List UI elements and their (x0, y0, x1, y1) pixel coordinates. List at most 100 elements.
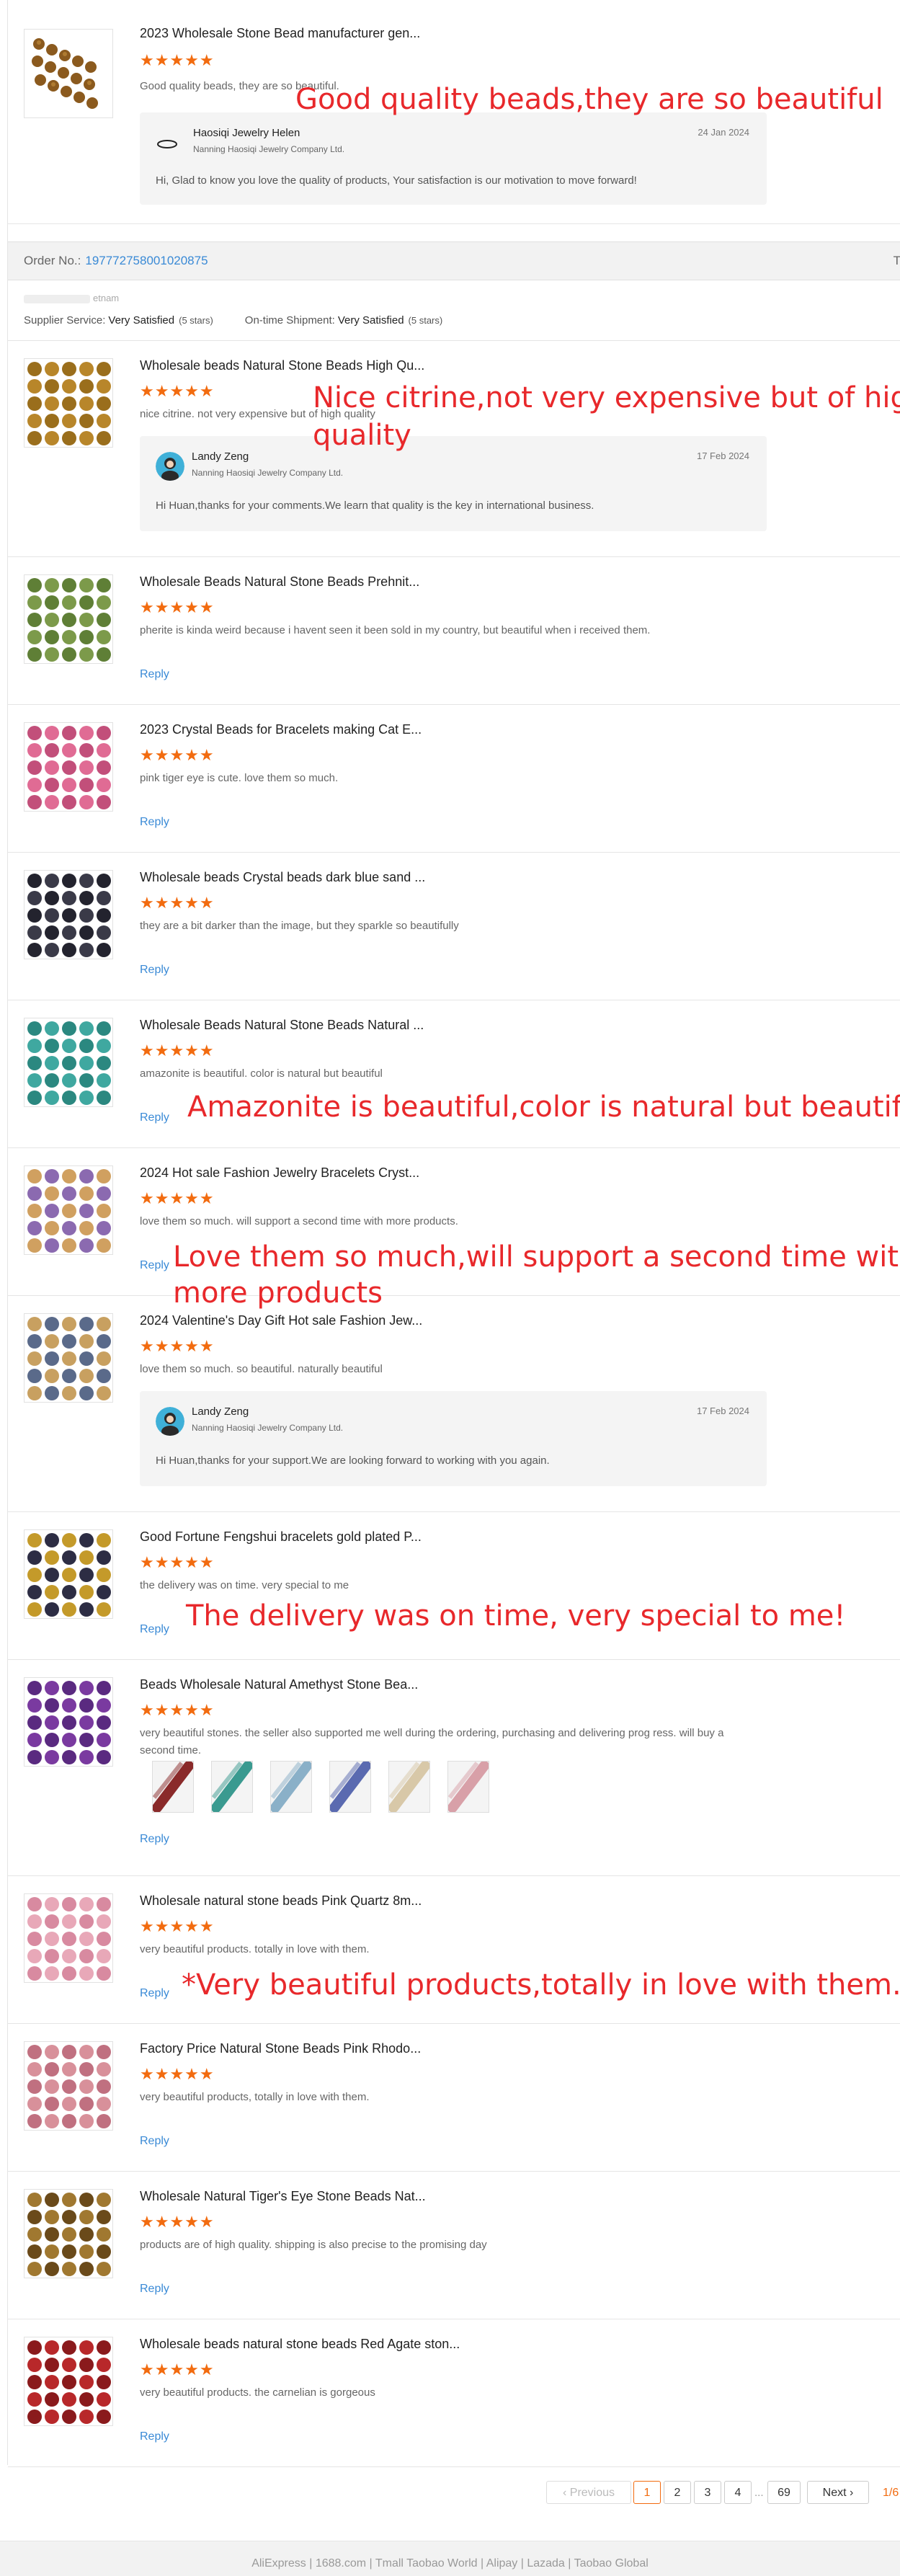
product-title[interactable]: 2023 Wholesale Stone Bead manufacturer g… (140, 26, 420, 41)
seller-reply: Landy Zeng Nanning Haosiqi Jewelry Compa… (140, 436, 767, 531)
product-thumbnail[interactable] (24, 722, 113, 812)
product-thumbnail[interactable] (24, 2189, 113, 2278)
order-number-link[interactable]: 197772758001020875 (85, 254, 208, 267)
page-count: 1/6 (883, 2487, 899, 2499)
review-comment: love them so much. so beautiful. natural… (140, 1363, 383, 1375)
page-button[interactable]: 4 (724, 2481, 752, 2504)
page-button[interactable]: 1 (633, 2481, 661, 2504)
review-item: Wholesale Natural Tiger's Eye Stone Bead… (8, 2171, 900, 2319)
review-photo[interactable] (152, 1761, 194, 1813)
reply-date: 17 Feb 2024 (696, 1405, 749, 1416)
review-photo[interactable] (329, 1761, 371, 1813)
product-title[interactable]: Wholesale beads Crystal beads dark blue … (140, 870, 425, 885)
review-item: 2023 Crystal Beads for Bracelets making … (8, 704, 900, 853)
annotation-text: Amazonite is beautiful,color is natural … (187, 1091, 900, 1124)
reply-link[interactable]: Reply (140, 668, 169, 681)
page-button[interactable]: 69 (767, 2481, 801, 2504)
product-title[interactable]: 2023 Crystal Beads for Bracelets making … (140, 722, 422, 737)
reply-link[interactable]: Reply (140, 2430, 169, 2443)
product-title[interactable]: Beads Wholesale Natural Amethyst Stone B… (140, 1677, 418, 1692)
rating-stars: ★★★★★ (140, 1337, 215, 1355)
order-header-right-text: T (893, 254, 900, 267)
product-thumbnail[interactable] (24, 29, 113, 118)
product-title[interactable]: Factory Price Natural Stone Beads Pink R… (140, 2041, 421, 2056)
product-title[interactable]: 2024 Hot sale Fashion Jewelry Bracelets … (140, 1165, 419, 1181)
review-item: Wholesale Beads Natural Stone Beads Preh… (8, 556, 900, 705)
seller-reply: Haosiqi Jewelry Helen Nanning Haosiqi Je… (140, 112, 767, 205)
reply-date: 17 Feb 2024 (696, 450, 749, 461)
previous-page-button[interactable]: ‹ Previous (546, 2481, 631, 2504)
rating-summary: Supplier Service: Very Satisfied (5 stars)… (24, 314, 442, 327)
reply-link[interactable]: Reply (140, 964, 169, 977)
product-thumbnail[interactable] (24, 2041, 113, 2131)
rating-stars: ★★★★★ (140, 1701, 215, 1719)
review-photo[interactable] (388, 1761, 430, 1813)
product-thumbnail[interactable] (24, 574, 113, 664)
review-comment: very beautiful products. the carnelian i… (140, 2386, 375, 2399)
product-thumbnail[interactable] (24, 1313, 113, 1403)
reply-company: Nanning Haosiqi Jewelry Company Ltd. (193, 144, 345, 154)
rating-stars: ★★★★★ (140, 1553, 215, 1571)
reply-company: Nanning Haosiqi Jewelry Company Ltd. (192, 468, 344, 478)
reply-link[interactable]: Reply (140, 2283, 169, 2296)
review-item: Good Fortune Fengshui bracelets gold pla… (8, 1511, 900, 1660)
rating-stars: ★★★★★ (140, 2065, 215, 2083)
rating-stars: ★★★★★ (140, 746, 215, 764)
review-item: Wholesale beads Crystal beads dark blue … (8, 852, 900, 1000)
product-thumbnail[interactable] (24, 1165, 113, 1255)
review-item: Wholesale Beads Natural Stone Beads Natu… (8, 1000, 900, 1148)
page-button[interactable]: 2 (664, 2481, 691, 2504)
rating-stars: ★★★★★ (140, 1041, 215, 1060)
product-thumbnail[interactable] (24, 1893, 113, 1983)
product-title[interactable]: Wholesale beads natural stone beads Red … (140, 2337, 460, 2352)
list-end-divider (8, 2466, 900, 2467)
reply-link[interactable]: Reply (140, 1987, 169, 2000)
review-comment: they are a bit darker than the image, bu… (140, 920, 459, 932)
product-thumbnail[interactable] (24, 1677, 113, 1767)
product-title[interactable]: Good Fortune Fengshui bracelets gold pla… (140, 1529, 422, 1545)
product-title[interactable]: Wholesale Beads Natural Stone Beads Preh… (140, 574, 419, 590)
product-title[interactable]: 2024 Valentine's Day Gift Hot sale Fashi… (140, 1313, 422, 1328)
pagination-ellipsis: ... (754, 2487, 764, 2499)
review-comment: products are of high quality. shipping i… (140, 2239, 487, 2251)
review-comment: amazonite is beautiful. color is natural… (140, 1067, 383, 1080)
previous-label: Previous (569, 2487, 615, 2499)
reply-company: Nanning Haosiqi Jewelry Company Ltd. (192, 1423, 344, 1433)
review-comment: pherite is kinda weird because i havent … (140, 624, 651, 636)
buyer-country-text: etnam (93, 293, 120, 303)
footer-links[interactable]: AliExpress | 1688.com | Tmall Taobao Wor… (0, 2557, 900, 2570)
seller-reply: Landy Zeng Nanning Haosiqi Jewelry Compa… (140, 1391, 767, 1486)
annotation-text: more products (173, 1276, 383, 1310)
product-title[interactable]: Wholesale natural stone beads Pink Quart… (140, 1893, 422, 1909)
page-button[interactable]: 3 (694, 2481, 721, 2504)
order-ratings: etnam Supplier Service: Very Satisfied (5 … (24, 287, 888, 339)
reply-link[interactable]: Reply (140, 1111, 169, 1124)
annotation-text: quality (313, 419, 411, 452)
review-photo[interactable] (211, 1761, 253, 1813)
reply-link[interactable]: Reply (140, 1833, 169, 1846)
product-title[interactable]: Wholesale Natural Tiger's Eye Stone Bead… (140, 2189, 426, 2204)
annotation-text: Love them so much,will support a second … (173, 1240, 900, 1274)
bracelet-avatar-icon (156, 131, 179, 154)
rating-stars: ★★★★★ (140, 894, 215, 912)
reply-link[interactable]: Reply (140, 1623, 169, 1636)
product-thumbnail[interactable] (24, 2337, 113, 2426)
review-comment: the delivery was on time. very special t… (140, 1579, 349, 1591)
review-photo[interactable] (270, 1761, 312, 1813)
rating-stars: ★★★★★ (140, 598, 215, 616)
reply-link[interactable]: Reply (140, 816, 169, 829)
reply-link[interactable]: Reply (140, 1259, 169, 1272)
reply-link[interactable]: Reply (140, 2135, 169, 2148)
product-thumbnail[interactable] (24, 1529, 113, 1619)
product-title[interactable]: Wholesale Beads Natural Stone Beads Natu… (140, 1018, 424, 1033)
next-page-button[interactable]: Next › (807, 2481, 869, 2504)
product-thumbnail[interactable] (24, 358, 113, 448)
product-thumbnail[interactable] (24, 1018, 113, 1107)
masked-buyer-name (24, 294, 90, 303)
review-photo[interactable] (447, 1761, 489, 1813)
supplier-service-label: Supplier Service: (24, 314, 106, 327)
product-title[interactable]: Wholesale beads Natural Stone Beads High… (140, 358, 424, 373)
rating-stars: ★★★★★ (140, 51, 215, 69)
product-thumbnail[interactable] (24, 870, 113, 959)
review-comment: love them so much. will support a second… (140, 1215, 458, 1227)
